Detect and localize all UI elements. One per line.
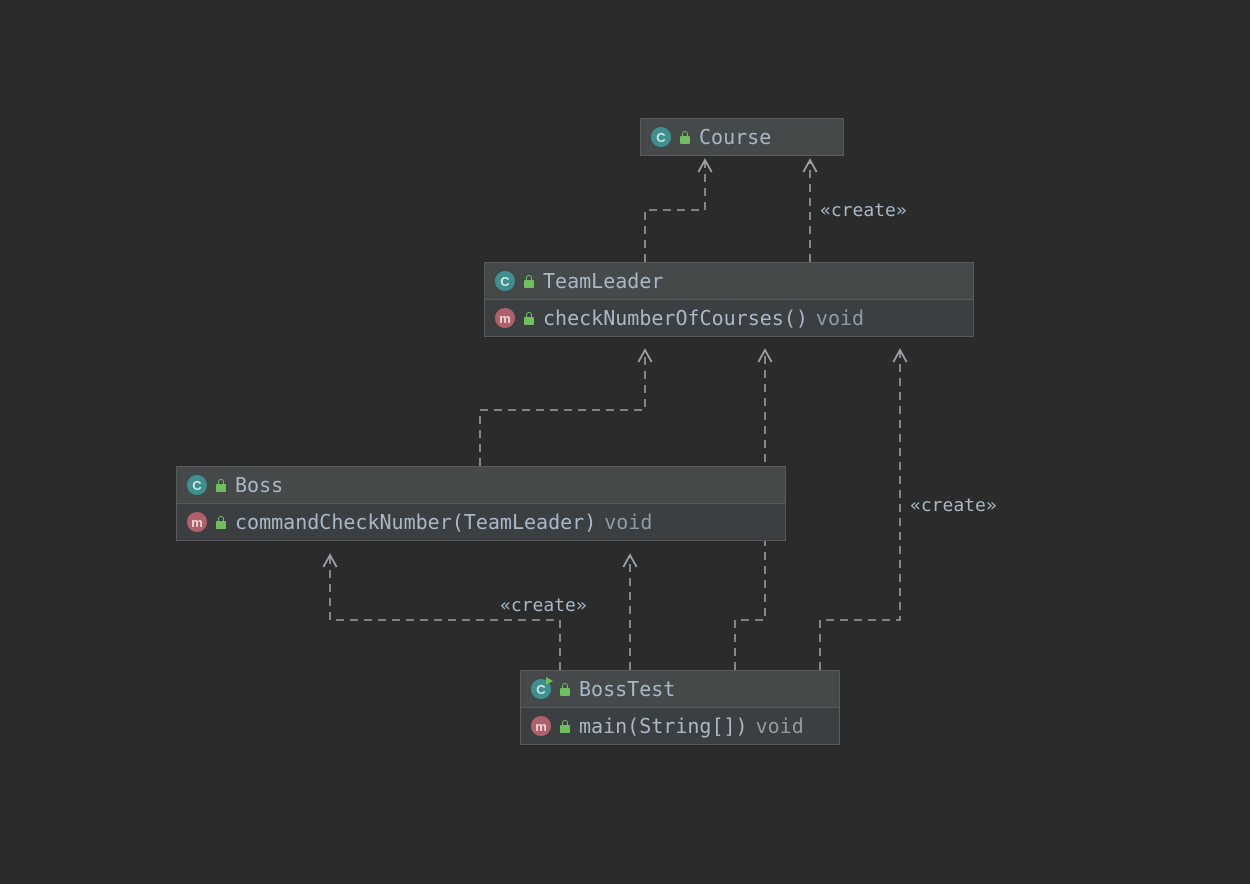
edge-label-create-course: «create»	[820, 200, 907, 221]
method-return: void	[604, 510, 652, 534]
class-box-course[interactable]: C Course	[640, 118, 844, 156]
method-signature: commandCheckNumber(TeamLeader)	[235, 510, 596, 534]
class-icon: C	[187, 475, 207, 495]
method-row: m main(String[]) void	[521, 708, 839, 744]
edge-teamleader-course	[645, 160, 705, 262]
uml-canvas[interactable]: «create» «create» «create» C Course C Te…	[0, 0, 1250, 884]
edge-label-create-boss: «create»	[500, 595, 587, 616]
method-return: void	[756, 714, 804, 738]
method-icon: m	[495, 308, 515, 328]
method-return: void	[816, 306, 864, 330]
class-icon: C	[495, 271, 515, 291]
method-row: m checkNumberOfCourses() void	[485, 300, 973, 336]
class-box-teamleader[interactable]: C TeamLeader m checkNumberOfCourses() vo…	[484, 262, 974, 337]
edge-layer	[0, 0, 1250, 884]
edge-boss-teamleader	[480, 350, 645, 466]
runnable-class-icon: C	[531, 679, 551, 699]
method-icon: m	[531, 716, 551, 736]
class-icon: C	[651, 127, 671, 147]
class-name: Boss	[235, 473, 283, 497]
class-header: C Boss	[177, 467, 785, 504]
lock-icon	[559, 720, 571, 733]
method-icon: m	[187, 512, 207, 532]
class-header: C Course	[641, 119, 843, 155]
class-name: TeamLeader	[543, 269, 663, 293]
method-row: m commandCheckNumber(TeamLeader) void	[177, 504, 785, 540]
lock-icon	[215, 479, 227, 492]
lock-icon	[679, 131, 691, 144]
lock-icon	[559, 683, 571, 696]
method-signature: checkNumberOfCourses()	[543, 306, 808, 330]
method-signature: main(String[])	[579, 714, 748, 738]
class-box-bosstest[interactable]: C BossTest m main(String[]) void	[520, 670, 840, 745]
class-header: C TeamLeader	[485, 263, 973, 300]
lock-icon	[215, 516, 227, 529]
class-header: C BossTest	[521, 671, 839, 708]
edge-label-create-teamleader: «create»	[910, 495, 997, 516]
lock-icon	[523, 275, 535, 288]
lock-icon	[523, 312, 535, 325]
class-box-boss[interactable]: C Boss m commandCheckNumber(TeamLeader) …	[176, 466, 786, 541]
class-name: Course	[699, 125, 771, 149]
edge-bosstest-teamleader-create	[820, 350, 900, 670]
class-name: BossTest	[579, 677, 675, 701]
